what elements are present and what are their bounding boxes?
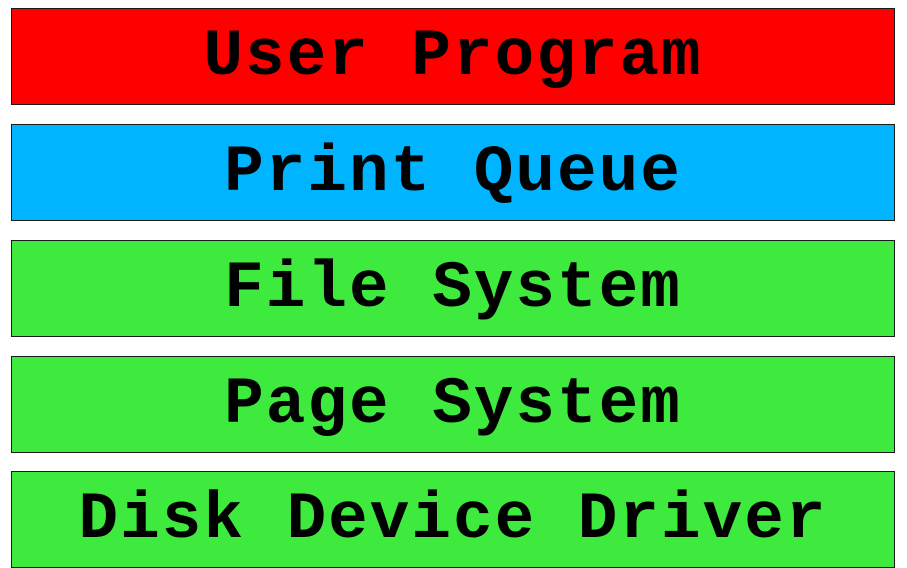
user-program-layer: User Program bbox=[11, 8, 895, 105]
file-system-label: File System bbox=[224, 250, 682, 326]
page-system-layer: Page System bbox=[11, 356, 895, 453]
disk-device-driver-label: Disk Device Driver bbox=[78, 481, 828, 557]
file-system-layer: File System bbox=[11, 240, 895, 337]
user-program-label: User Program bbox=[203, 18, 703, 94]
print-queue-label: Print Queue bbox=[224, 134, 682, 210]
page-system-label: Page System bbox=[224, 366, 682, 442]
disk-device-driver-layer: Disk Device Driver bbox=[11, 471, 895, 568]
print-queue-layer: Print Queue bbox=[11, 124, 895, 221]
layer-stack-diagram: User Program Print Queue File System Pag… bbox=[0, 0, 907, 568]
